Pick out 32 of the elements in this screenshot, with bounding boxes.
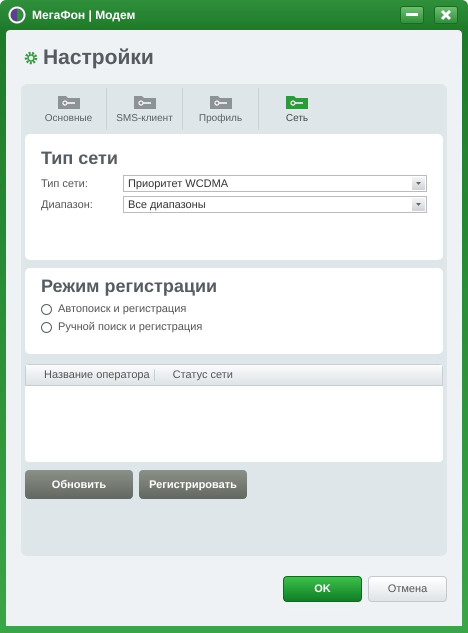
folder-icon [56,94,80,110]
column-header[interactable]: Название оператора [26,369,155,381]
action-button[interactable]: Регистрировать [139,470,247,499]
field-label: Тип сети: [41,178,89,190]
radio-button[interactable] [41,304,52,314]
radio-label: Ручной поиск и регистрация [58,321,202,333]
tab[interactable]: Профиль [183,88,259,130]
minimize-button[interactable] [400,6,424,24]
radio-label: Автопоиск и регистрация [58,303,186,315]
section-heading: Тип сети [41,148,119,169]
dropdown[interactable]: Приоритет WCDMA [123,175,427,192]
folder-icon [132,94,156,110]
page-title: Настройки [43,46,154,70]
close-icon [440,9,452,21]
section-heading: Режим регистрации [41,276,218,297]
folder-icon [208,94,232,110]
tab[interactable]: Сеть [259,88,335,130]
field-label: Диапазон: [41,198,94,210]
dropdown[interactable]: Все диапазоны [123,196,427,213]
window-title: МегаФон | Модем [32,8,136,22]
settings-icon [23,50,39,66]
folder-icon [285,94,309,110]
close-button[interactable] [434,6,458,24]
radio-button[interactable] [41,322,52,332]
logo-icon [8,6,26,24]
tab[interactable]: Основные [31,88,107,130]
action-button[interactable]: Обновить [25,470,133,499]
minimize-icon [406,13,418,17]
tab[interactable]: SMS-клиент [107,88,183,130]
ok-button[interactable]: OK [283,576,362,602]
column-header[interactable]: Статус сети [154,369,237,381]
cancel-button[interactable]: Отмена [368,576,447,602]
